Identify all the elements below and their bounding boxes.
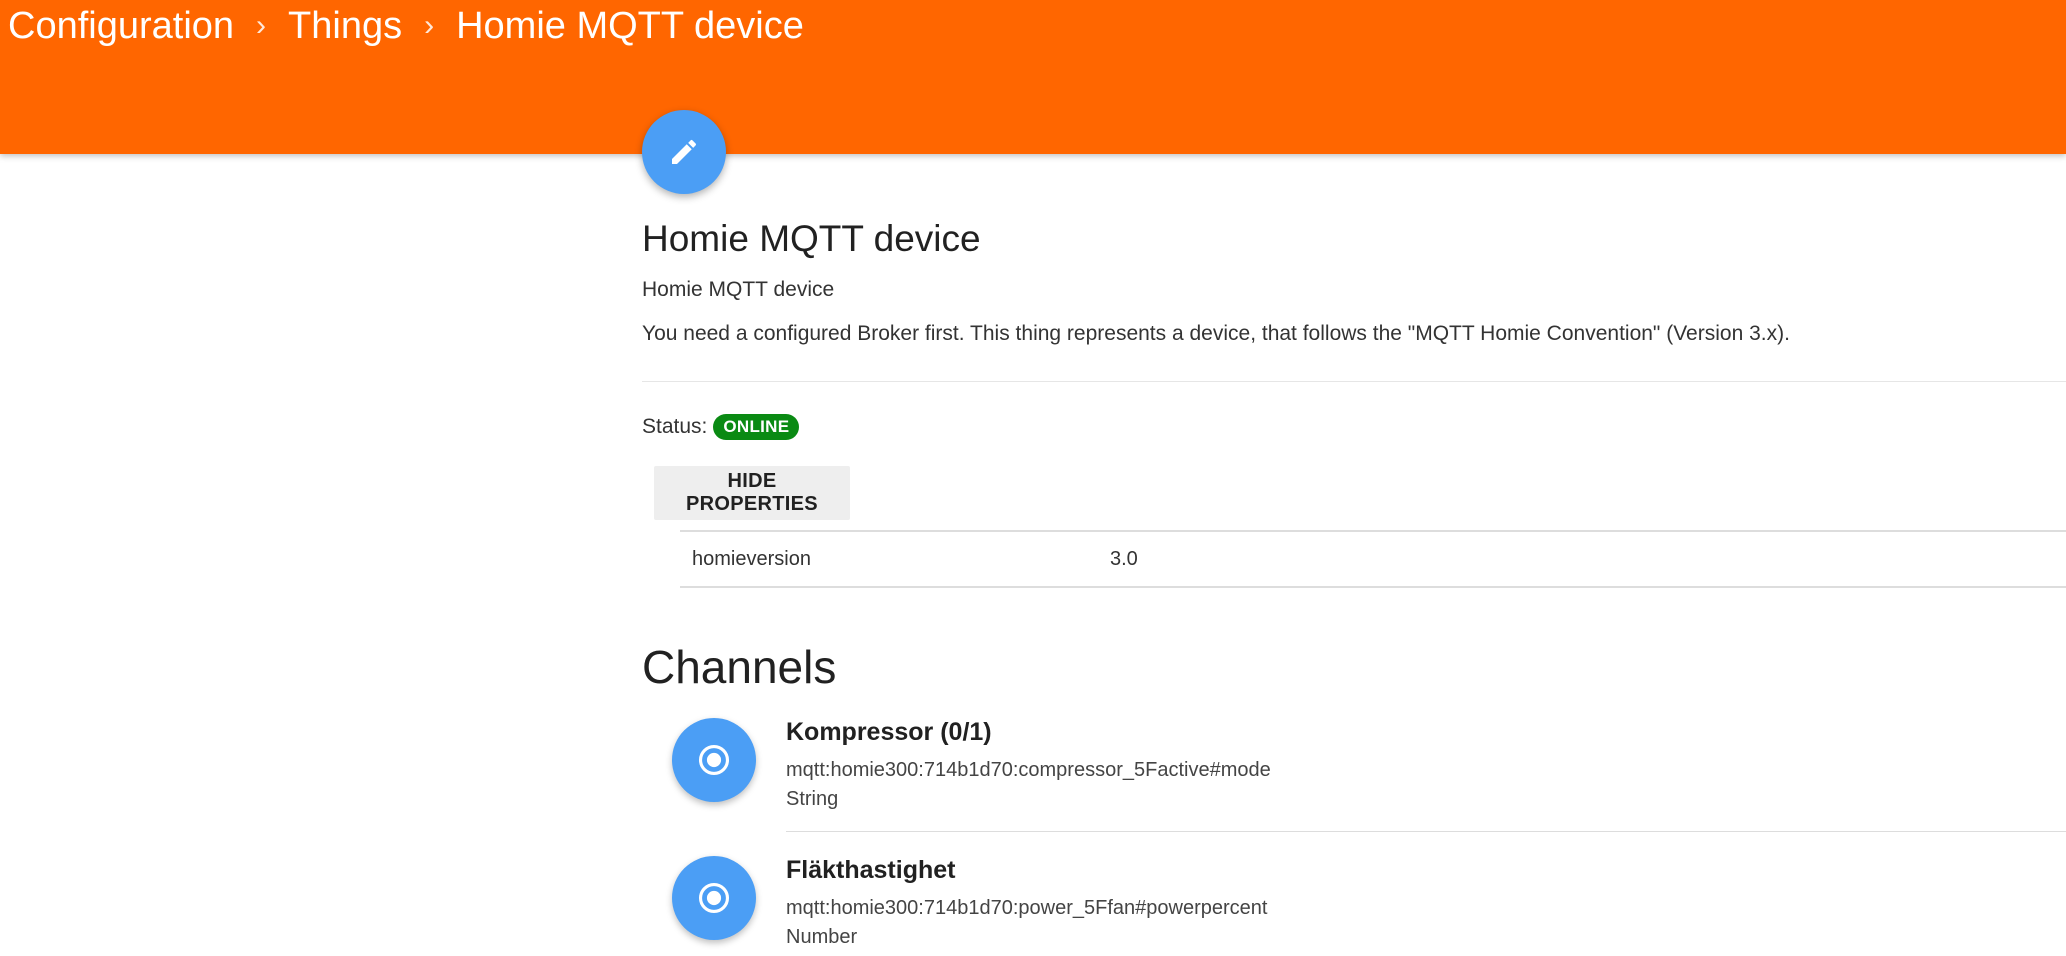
- chevron-right-icon: ›: [424, 9, 435, 42]
- channels-heading: Channels: [642, 641, 837, 693]
- channel-link-button[interactable]: [672, 718, 756, 802]
- channel-uid: mqtt:homie300:714b1d70:power_5Ffan#power…: [786, 897, 1268, 919]
- status-label: Status:: [642, 415, 708, 438]
- property-row: homieversion 3.0: [680, 532, 2066, 586]
- breadcrumb-things[interactable]: Things: [288, 4, 402, 48]
- hide-properties-button[interactable]: HIDE PROPERTIES: [654, 466, 850, 520]
- chevron-right-icon: ›: [256, 9, 267, 42]
- radio-button-icon: [698, 744, 730, 776]
- status-badge: ONLINE: [713, 414, 800, 440]
- channel-name: Kompressor (0/1): [786, 718, 992, 746]
- pencil-icon: [672, 139, 697, 164]
- property-value: 3.0: [1110, 547, 1138, 570]
- app-header: Configuration › Things › Homie MQTT devi…: [0, 0, 2066, 154]
- channel-name: Fläkthastighet: [786, 856, 956, 884]
- status-row: Status: ONLINE: [642, 414, 800, 440]
- page-title: Homie MQTT device: [642, 218, 981, 259]
- channel-type: String: [786, 788, 839, 810]
- section-divider: [642, 381, 2066, 382]
- breadcrumb-current: Homie MQTT device: [456, 5, 804, 47]
- channel-uid: mqtt:homie300:714b1d70:compressor_5Facti…: [786, 759, 1271, 781]
- thing-description: You need a configured Broker first. This…: [642, 322, 1790, 345]
- breadcrumb-configuration[interactable]: Configuration: [8, 4, 234, 48]
- edit-button[interactable]: [642, 110, 726, 194]
- thing-label: Homie MQTT device: [642, 278, 835, 301]
- property-key: homieversion: [692, 547, 811, 570]
- channel-type: Number: [786, 926, 858, 948]
- breadcrumb: Configuration › Things › Homie MQTT devi…: [8, 4, 804, 48]
- radio-button-icon: [698, 882, 730, 914]
- channel-link-button[interactable]: [672, 856, 756, 940]
- properties-table: homieversion 3.0: [680, 530, 2066, 588]
- channel-divider: [786, 831, 2066, 832]
